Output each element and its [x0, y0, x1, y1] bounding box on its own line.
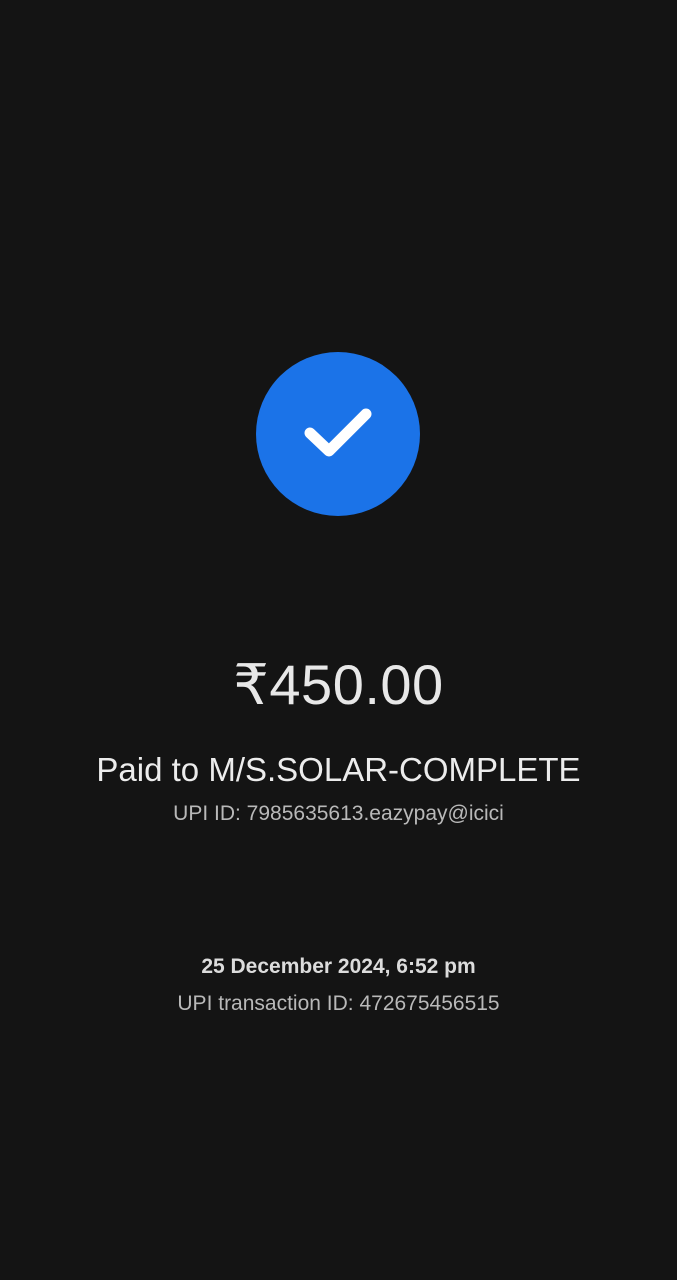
upi-transaction-id: UPI transaction ID: 472675456515 — [177, 992, 500, 1015]
payment-success-screen: ₹450.00 Paid to M/S.SOLAR-COMPLETE UPI I… — [0, 0, 677, 1280]
payment-amount: ₹450.00 — [233, 653, 444, 716]
payment-datetime: 25 December 2024, 6:52 pm — [201, 955, 476, 978]
check-icon — [304, 408, 372, 457]
payee-upi-id: UPI ID: 7985635613.eazypay@icici — [173, 802, 504, 825]
success-check-badge — [256, 352, 420, 516]
payee-name: Paid to M/S.SOLAR-COMPLETE — [96, 751, 581, 788]
